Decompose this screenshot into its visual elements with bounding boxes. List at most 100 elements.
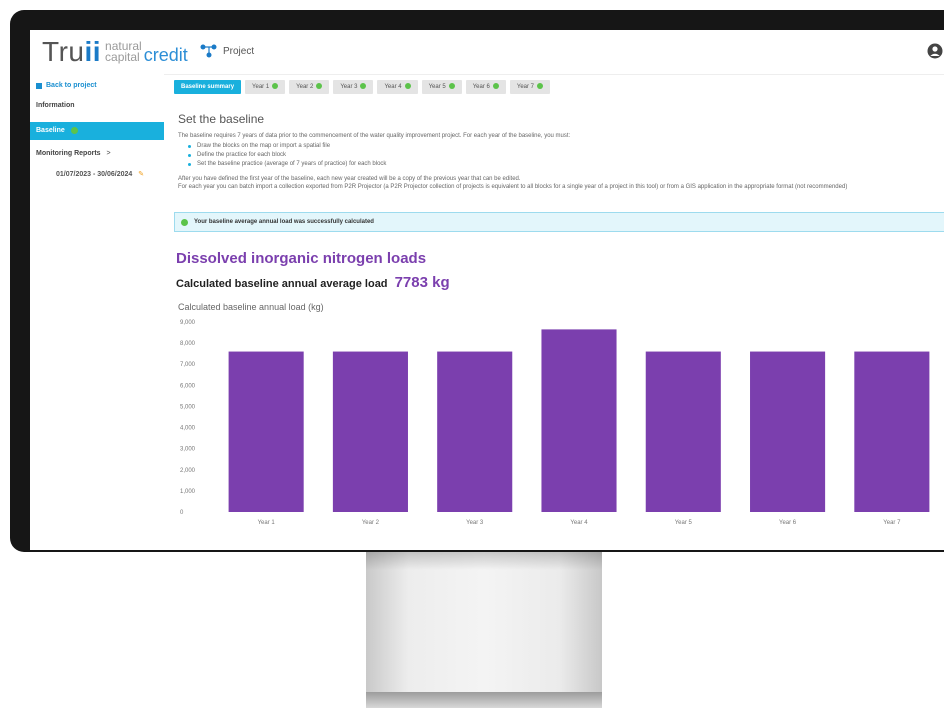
check-icon (272, 83, 279, 90)
check-icon (448, 83, 455, 90)
after-text: After you have defined the first year of… (178, 175, 938, 191)
y-tick-label: 4,000 (180, 426, 196, 432)
sidebar-item-report-period[interactable]: 01/07/2023 - 30/06/2024 ✎ (50, 170, 164, 178)
sidebar-item-information[interactable]: Information (30, 102, 164, 109)
year-tabs: Baseline summary Year 1 Year 2 Year 3 Year 4… (174, 80, 551, 94)
y-tick-label: 6,000 (180, 383, 196, 389)
x-tick-label: Year 6 (779, 520, 797, 526)
check-icon (316, 83, 323, 90)
chart-bar[interactable] (854, 351, 930, 512)
bullet-icon (188, 145, 191, 148)
app-header: Truii natural capital credit Project (30, 30, 944, 75)
monitor-stand-base (366, 692, 602, 708)
bullet-icon (188, 163, 191, 166)
check-icon (492, 83, 499, 90)
list-item-text: Set the baseline practice (average of 7 … (197, 161, 387, 167)
tab-year-1[interactable]: Year 1 (245, 80, 286, 94)
y-tick-label: 1,000 (180, 489, 196, 495)
list-item-text: Define the practice for each block (197, 152, 287, 158)
after-text-line-1: After you have defined the first year of… (178, 176, 521, 182)
list-item-text: Draw the blocks on the map or import a s… (197, 143, 331, 149)
success-alert: Your baseline average annual load was su… (174, 212, 944, 232)
average-load-label: Calculated baseline annual average load (176, 278, 388, 290)
intro-text: The baseline requires 7 years of data pr… (178, 133, 571, 139)
tab-label: Year 6 (472, 84, 490, 90)
back-arrow-icon (36, 82, 42, 89)
y-tick-label: 8,000 (180, 341, 196, 347)
average-load: Calculated baseline annual average load … (176, 274, 450, 291)
list-item: Define the practice for each block (188, 151, 386, 160)
user-circle-icon[interactable] (927, 43, 943, 64)
check-icon (537, 83, 544, 90)
logo-credit: credit (143, 45, 188, 65)
monitor-stand-shadow (366, 552, 602, 570)
y-tick-label: 9,000 (180, 320, 196, 326)
chart-bar[interactable] (645, 351, 721, 512)
x-tick-label: Year 7 (883, 520, 901, 526)
logo-subtitle: natural capital (105, 40, 142, 64)
tab-label: Year 2 (296, 84, 314, 90)
tab-label: Baseline summary (181, 84, 235, 90)
app-screen: Truii natural capital credit Project Bac… (30, 30, 944, 550)
project-label[interactable]: Project (223, 46, 254, 57)
check-circle-icon (181, 218, 188, 226)
bar-chart: 0 1,000 2,000 3,000 4,000 5,000 6,000 7,000 8,00… (180, 320, 930, 526)
sidebar: Back to project Information Baseline Mon… (30, 74, 164, 550)
tab-year-4[interactable]: Year 4 (377, 80, 418, 94)
chart-title: Calculated baseline annual load (kg) (178, 302, 324, 312)
chart-bar[interactable] (228, 351, 304, 512)
x-tick-label: Year 4 (570, 520, 588, 526)
check-icon (404, 83, 411, 90)
y-tick-label: 2,000 (180, 468, 196, 474)
logo-truii: Truii (42, 36, 102, 67)
tab-baseline-summary[interactable]: Baseline summary (174, 80, 242, 94)
tab-year-7[interactable]: Year 7 (509, 80, 551, 94)
tab-label: Year 3 (340, 84, 358, 90)
tab-label: Year 1 (252, 84, 270, 90)
monitor-bezel: Truii natural capital credit Project Bac… (10, 10, 944, 552)
list-item: Draw the blocks on the map or import a s… (188, 142, 386, 151)
page-title: Set the baseline (178, 112, 265, 126)
success-message: Your baseline average annual load was su… (194, 219, 374, 225)
y-tick-label: 7,000 (180, 362, 196, 368)
back-to-project-link[interactable]: Back to project (36, 82, 97, 89)
tab-year-2[interactable]: Year 2 (289, 80, 330, 94)
list-item: Set the baseline practice (average of 7 … (188, 160, 386, 169)
check-icon (70, 126, 78, 134)
steps-list: Draw the blocks on the map or import a s… (188, 142, 386, 169)
tab-label: Year 4 (384, 84, 402, 90)
tab-label: Year 5 (428, 84, 446, 90)
sidebar-item-monitoring-reports[interactable]: Monitoring Reports > (30, 150, 164, 157)
main-content: Baseline summary Year 1 Year 2 Year 3 Year 4… (174, 74, 944, 550)
network-icon[interactable] (200, 44, 218, 63)
chart-bar[interactable] (541, 329, 617, 512)
y-tick-label: 0 (180, 510, 184, 516)
y-tick-label: 5,000 (180, 404, 196, 410)
report-period-label: 01/07/2023 - 30/06/2024 (56, 171, 133, 178)
y-tick-label: 3,000 (180, 447, 196, 453)
tab-year-3[interactable]: Year 3 (333, 80, 374, 94)
x-tick-label: Year 3 (466, 520, 484, 526)
sidebar-item-baseline[interactable]: Baseline (30, 122, 164, 140)
sidebar-item-label: Baseline (36, 127, 65, 134)
chart-bar[interactable] (437, 351, 513, 512)
tab-year-6[interactable]: Year 6 (465, 80, 506, 94)
x-tick-label: Year 1 (258, 520, 276, 526)
sidebar-item-label: Monitoring Reports (36, 150, 101, 157)
average-load-value: 7783 kg (394, 274, 450, 291)
logo-capital: capital (105, 50, 140, 64)
back-label: Back to project (46, 82, 97, 89)
x-tick-label: Year 2 (362, 520, 380, 526)
monitor-stand (366, 552, 602, 694)
tab-year-5[interactable]: Year 5 (421, 80, 462, 94)
check-icon (360, 83, 367, 90)
x-tick-label: Year 5 (675, 520, 693, 526)
truii-logo[interactable]: Truii natural capital credit (42, 36, 188, 68)
chart-bar[interactable] (332, 351, 408, 512)
bullet-icon (188, 154, 191, 157)
after-text-line-2: For each year you can batch import a col… (178, 184, 848, 190)
tab-label: Year 7 (516, 84, 535, 90)
edit-icon[interactable]: ✎ (138, 171, 144, 178)
chart-bar[interactable] (750, 351, 826, 512)
section-title: Dissolved inorganic nitrogen loads (176, 250, 427, 267)
